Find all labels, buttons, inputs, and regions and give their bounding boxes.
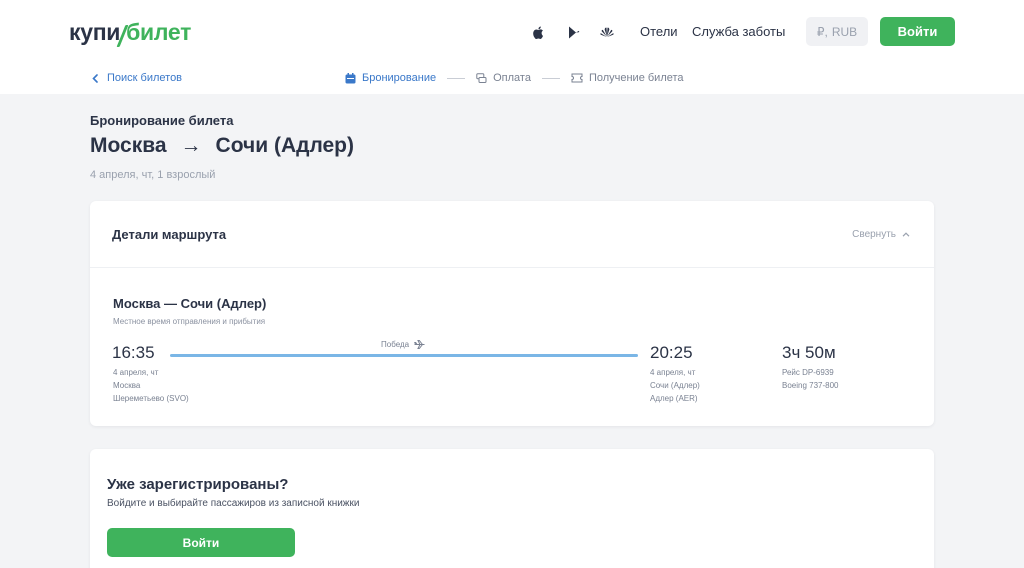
- login-prompt-button[interactable]: Войти: [107, 528, 295, 557]
- segment-subtitle: Местное время отправления и прибытия: [113, 317, 266, 326]
- flight-number: Рейс DP-6939: [782, 368, 834, 377]
- nav-hotels[interactable]: Отели: [640, 24, 678, 39]
- logo[interactable]: купи билет: [69, 19, 192, 47]
- chevron-up-icon: [902, 232, 910, 237]
- calendar-icon: [345, 72, 356, 83]
- departure-date: 4 апреля, чт: [113, 368, 159, 377]
- flight-duration: 3ч 50м: [782, 343, 836, 362]
- step-divider: [447, 77, 466, 79]
- arrival-airport: Адлер (AER): [650, 394, 698, 403]
- segment-title: Москва — Сочи (Адлер): [113, 296, 267, 311]
- aircraft-model: Boeing 737-800: [782, 381, 839, 390]
- page-title: Москва → Сочи (Адлер): [90, 134, 354, 158]
- login-button[interactable]: Войти: [880, 17, 955, 46]
- currency-code: RUB: [831, 24, 858, 39]
- airplane-icon: [414, 340, 425, 349]
- collapse-button[interactable]: Свернуть: [852, 229, 910, 240]
- arrival-city: Сочи (Адлер): [650, 381, 700, 390]
- departure-airport: Шереметьево (SVO): [113, 394, 189, 403]
- title-destination: Сочи (Адлер): [215, 134, 355, 157]
- login-prompt-title: Уже зарегистрированы?: [107, 476, 289, 493]
- step-ticket: Получение билета: [571, 72, 684, 84]
- logo-text-part2: билет: [126, 19, 192, 45]
- arrival-time: 20:25: [650, 343, 693, 362]
- google-play-icon[interactable]: [567, 25, 581, 39]
- carrier-name: Победа: [381, 340, 410, 349]
- nav-support[interactable]: Служба заботы: [692, 24, 785, 39]
- payment-icon: [476, 72, 487, 83]
- step-divider: [541, 77, 560, 79]
- route-details-title: Детали маршрута: [112, 227, 227, 242]
- page-subtitle: Бронирование билета: [90, 113, 234, 128]
- title-origin: Москва: [90, 134, 167, 157]
- departure-city: Москва: [113, 381, 141, 390]
- flight-path-line: [170, 354, 638, 357]
- currency-selector[interactable]: ₽, RUB: [806, 17, 868, 46]
- departure-time: 16:35: [112, 343, 155, 362]
- arrival-details: 4 апреля, чт Сочи (Адлер) Адлер (AER): [650, 366, 700, 405]
- trip-meta: 4 апреля, чт, 1 взрослый: [90, 169, 216, 181]
- step-ticket-label: Получение билета: [588, 72, 684, 84]
- huawei-icon[interactable]: [600, 25, 614, 39]
- apple-icon[interactable]: [532, 25, 546, 39]
- route-details-header: Детали маршрута Свернуть: [90, 201, 934, 268]
- arrival-date: 4 апреля, чт: [650, 368, 696, 377]
- currency-symbol: ₽,: [816, 24, 828, 39]
- carrier: Победа: [381, 340, 425, 349]
- login-prompt-subtitle: Войдите и выбирайте пассажиров из записн…: [107, 498, 360, 509]
- arrow-right-icon: →: [180, 134, 202, 157]
- back-link-label: Поиск билетов: [107, 72, 183, 84]
- step-booking-label: Бронирование: [362, 72, 437, 84]
- step-payment: Оплата: [476, 72, 531, 84]
- booking-steps: Бронирование Оплата Получение билета: [345, 72, 684, 84]
- logo-text-part1: купи: [69, 19, 121, 45]
- back-to-search-link[interactable]: Поиск билетов: [92, 72, 182, 84]
- flight-details: Рейс DP-6939 Boeing 737-800: [782, 366, 839, 392]
- step-booking: Бронирование: [345, 72, 436, 84]
- login-prompt-card: Уже зарегистрированы? Войдите и выбирайт…: [90, 449, 934, 568]
- step-payment-label: Оплата: [493, 72, 531, 84]
- ticket-icon: [571, 73, 583, 83]
- departure-details: 4 апреля, чт Москва Шереметьево (SVO): [113, 366, 189, 405]
- top-bar: купи билет Отели Служба заботы ₽, RUB Вой…: [0, 0, 1024, 94]
- collapse-label: Свернуть: [852, 229, 896, 240]
- chevron-left-icon: [92, 73, 98, 83]
- route-details-card: Детали маршрута Свернуть Москва — Сочи (…: [90, 201, 934, 426]
